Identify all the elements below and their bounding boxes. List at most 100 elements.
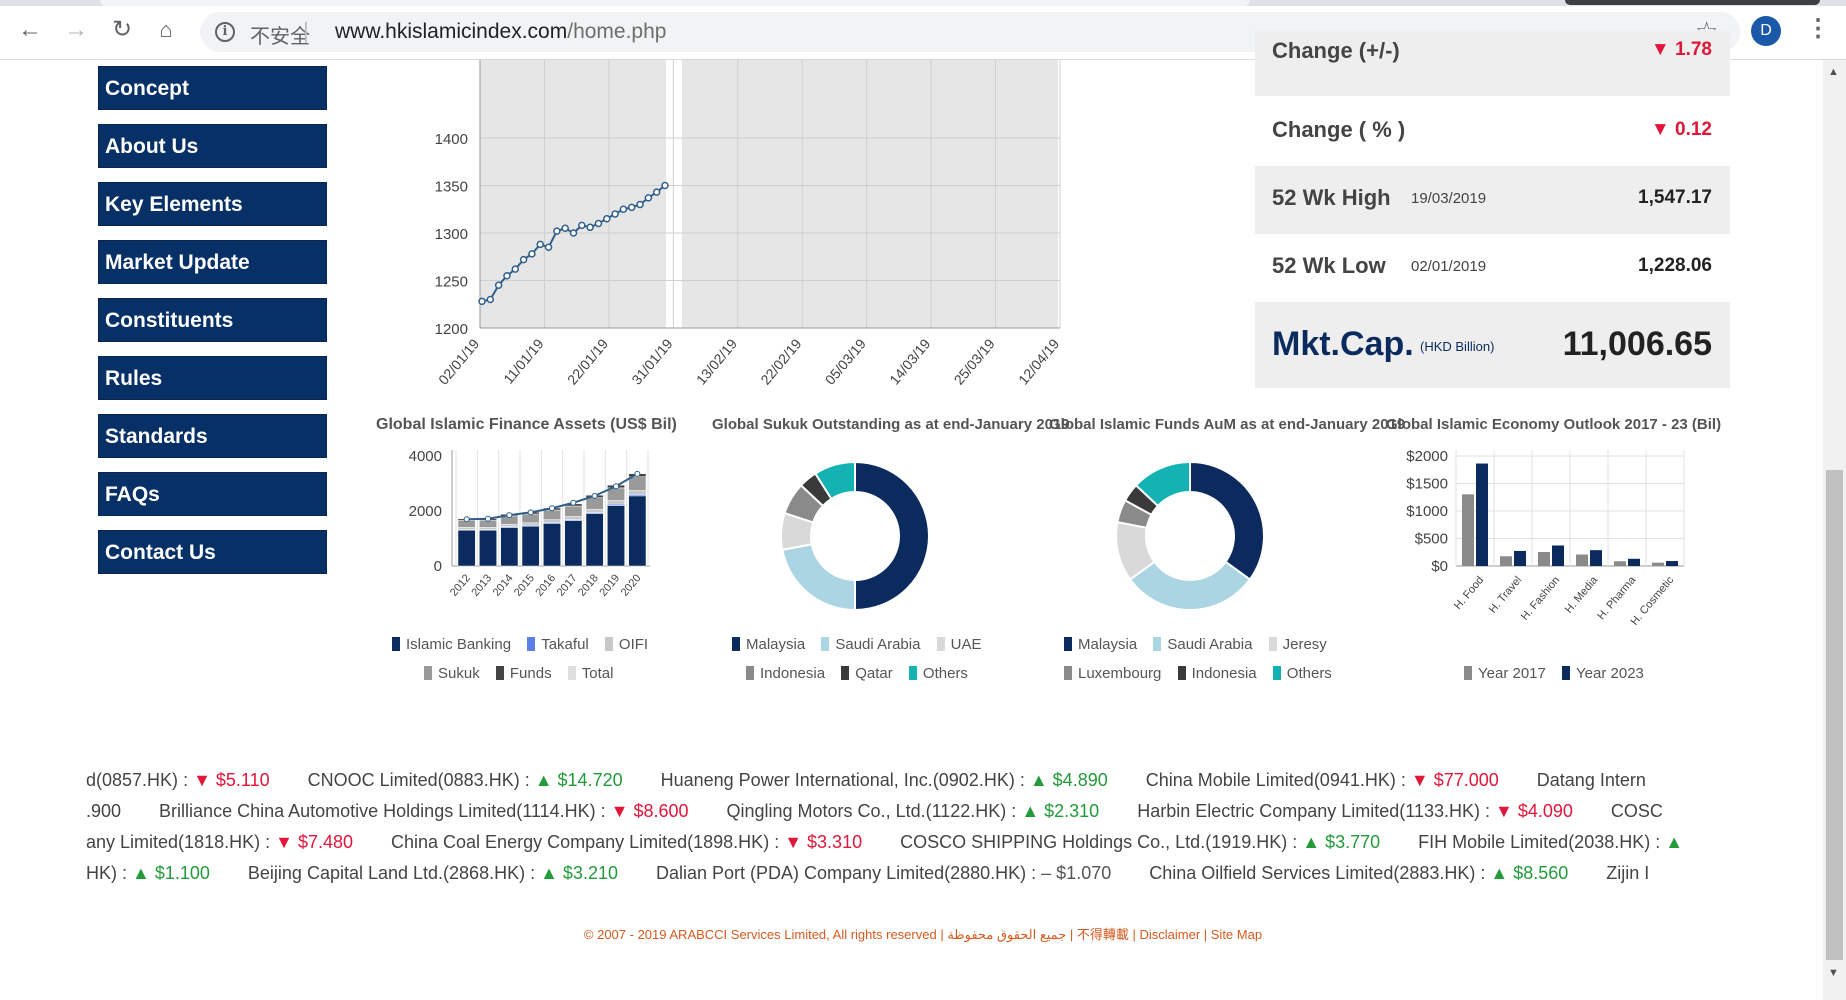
- ticker-item: Harbin Electric Company Limited(1133.HK)…: [1137, 801, 1573, 821]
- legend-islamic-banking[interactable]: Islamic Banking: [392, 636, 511, 653]
- stock-ticker: d(0857.HK) : ▼ $5.110 CNOOC Limited(0883.…: [86, 760, 1731, 890]
- data-point: [486, 295, 495, 304]
- legend-funds-luxembourg[interactable]: Luxembourg: [1064, 665, 1161, 682]
- back-arrow-icon[interactable]: ←: [16, 16, 44, 44]
- mktcap-row: Mkt.Cap. (HKD Billion) 11,006.65: [1255, 302, 1730, 388]
- down-arrow-icon: ▼: [610, 801, 634, 821]
- sidebar-item-concept[interactable]: Concept: [98, 66, 327, 110]
- footer-chinese-notice: 不得轉載: [1076, 927, 1129, 942]
- sidebar-item-about-us[interactable]: About Us: [98, 124, 327, 168]
- menu-kebab-icon[interactable]: ⋮: [1806, 14, 1830, 43]
- bar: [1628, 558, 1640, 566]
- data-point: [536, 240, 544, 249]
- legend-swatch: [821, 637, 830, 651]
- page-scrollbar[interactable]: ▲ ▼: [1823, 60, 1846, 1000]
- sukuk-legend-row1: Malaysia Saudi Arabia UAE: [732, 636, 993, 653]
- home-icon[interactable]: ⌂: [152, 16, 180, 44]
- legend-sukuk[interactable]: Sukuk: [424, 665, 480, 682]
- bar-segment: [585, 513, 604, 567]
- profile-avatar[interactable]: D: [1751, 16, 1781, 46]
- legend-oifi[interactable]: OIFI: [604, 636, 648, 653]
- ticker-stock-name: Huaneng Power International, Inc.(0902.H…: [660, 770, 1015, 790]
- y-tick-label: 1300: [435, 226, 468, 243]
- x-tick-label: 2015: [512, 572, 537, 598]
- bar: [1552, 545, 1564, 566]
- data-point: [544, 243, 553, 251]
- legend-label: Takaful: [541, 636, 589, 653]
- legend-funds-saudi[interactable]: Saudi Arabia: [1153, 636, 1252, 653]
- sidebar-item-contact-us[interactable]: Contact Us: [98, 530, 327, 574]
- scroll-thumb[interactable]: [1826, 470, 1843, 960]
- sidebar-item-faqs[interactable]: FAQs: [98, 472, 327, 516]
- bar: [1476, 463, 1488, 566]
- bar: [1538, 552, 1550, 566]
- sidebar-item-constituents[interactable]: Constituents: [98, 298, 327, 342]
- bar: [1462, 494, 1474, 566]
- sidebar-item-key-elements[interactable]: Key Elements: [98, 182, 327, 226]
- mktcap-unit: (HKD Billion): [1420, 339, 1495, 354]
- sidebar-item-rules[interactable]: Rules: [98, 356, 327, 400]
- footer-sitemap-link[interactable]: Site Map: [1211, 927, 1262, 942]
- bar: [1614, 561, 1626, 566]
- legend-year-2023[interactable]: Year 2023: [1562, 665, 1644, 682]
- legend-year-2017[interactable]: Year 2017: [1464, 665, 1546, 682]
- up-arrow-icon: ▲: [1302, 832, 1326, 852]
- legend-swatch: [841, 666, 850, 680]
- legend-funds-jeresy[interactable]: Jeresy: [1268, 636, 1327, 653]
- sidebar-item-standards[interactable]: Standards: [98, 414, 327, 458]
- x-tick-label: 2014: [491, 572, 516, 598]
- x-tick-label: 2012: [448, 572, 473, 598]
- legend-swatch: [1562, 666, 1571, 680]
- footer-disclaimer-link[interactable]: Disclaimer: [1139, 927, 1200, 942]
- legend-label: Luxembourg: [1078, 665, 1162, 682]
- bar-segment: [607, 500, 625, 505]
- legend-total[interactable]: Total: [567, 665, 613, 682]
- y-tick-label: $2000: [1406, 448, 1448, 465]
- x-tick-label: 2016: [533, 572, 558, 598]
- url-text[interactable]: www.hkislamicindex.com/home.php: [335, 20, 666, 44]
- legend-sukuk-others[interactable]: Others: [908, 665, 968, 682]
- ticker-price: $7.480: [297, 832, 353, 852]
- ticker-price: $8.600: [633, 801, 689, 821]
- info-icon[interactable]: i: [215, 22, 235, 42]
- legend-funds[interactable]: Funds: [495, 665, 552, 682]
- legend-sukuk-saudi[interactable]: Saudi Arabia: [821, 636, 920, 653]
- legend-sukuk-indonesia[interactable]: Indonesia: [746, 665, 825, 682]
- legend-sukuk-malaysia[interactable]: Malaysia: [732, 636, 805, 653]
- legend-sukuk-uae[interactable]: UAE: [936, 636, 981, 653]
- funds-legend-row2: Luxembourg Indonesia Others: [1064, 665, 1344, 682]
- shaded-region: [682, 60, 1058, 328]
- legend-funds-indonesia[interactable]: Indonesia: [1177, 665, 1257, 682]
- down-arrow-icon: ▼: [193, 770, 216, 790]
- wk52-high-date: 19/03/2019: [1411, 190, 1487, 207]
- ticker-stock-name: Dalian Port (PDA) Company Limited(2880.H…: [655, 863, 1027, 883]
- scroll-up-arrow-icon[interactable]: ▲: [1828, 66, 1839, 78]
- data-point: [528, 250, 536, 258]
- sidebar-item-market-update[interactable]: Market Update: [98, 240, 327, 284]
- change-abs-number: 1.78: [1675, 39, 1712, 60]
- scroll-down-arrow-icon[interactable]: ▼: [1828, 967, 1839, 979]
- legend-sukuk-qatar[interactable]: Qatar: [841, 665, 893, 682]
- legend-funds-malaysia[interactable]: Malaysia: [1064, 636, 1137, 653]
- legend-label: Indonesia: [1191, 665, 1257, 682]
- change-abs-row: Change (+/-) ▼ 1.78: [1255, 30, 1730, 96]
- y-tick-label: $0: [1431, 558, 1448, 575]
- y-tick-label: $500: [1415, 531, 1448, 548]
- legend-funds-others[interactable]: Others: [1272, 665, 1332, 682]
- forward-arrow-icon[interactable]: →: [62, 16, 90, 44]
- ticker-stock-name: China Coal Energy Company Limited(1898.H…: [391, 832, 770, 852]
- legend-label: Year 2017: [1478, 665, 1546, 682]
- browser-tab-dark[interactable]: [1565, 0, 1820, 5]
- ticker-item: COSCO SHIPPING Holdings Co., Ltd.(1919.H…: [900, 832, 1381, 852]
- url-host: www.hkislamicindex.com: [335, 20, 568, 43]
- reload-icon[interactable]: ↻: [108, 16, 136, 44]
- browser-tab[interactable]: [100, 0, 1250, 6]
- ticker-row: HK) : ▲ $1.100 Beijing Capital Land Ltd.(…: [86, 863, 1687, 887]
- legend-swatch: [1268, 637, 1277, 651]
- bar-segment: [500, 523, 519, 527]
- total-point: [463, 516, 470, 523]
- legend-takaful[interactable]: Takaful: [527, 636, 589, 653]
- footer-arabic-rights: جميع الحقوق محفوظة: [947, 927, 1067, 942]
- ticker-stock-name: any Limited(1818.HK): [86, 832, 261, 852]
- ticker-item: any Limited(1818.HK) : ▼ $7.480: [86, 832, 353, 852]
